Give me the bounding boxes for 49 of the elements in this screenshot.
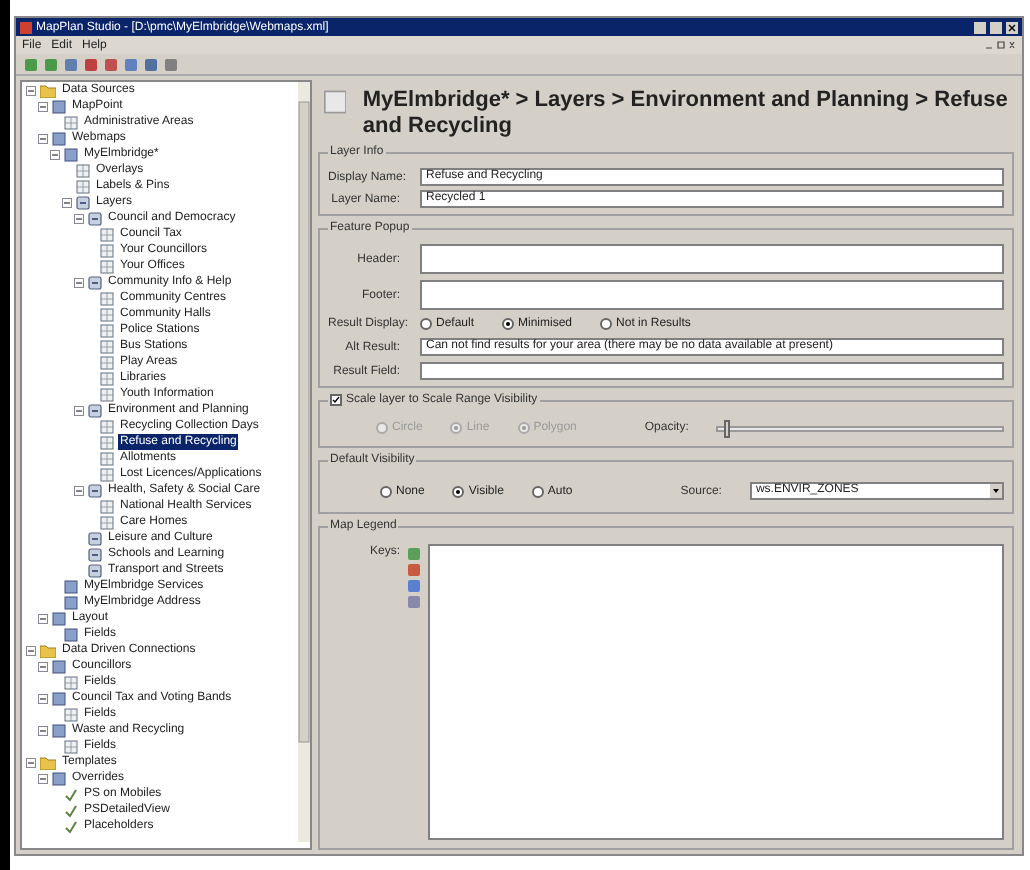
layers-icon (88, 403, 102, 417)
database-icon (52, 771, 66, 785)
radio-button[interactable] (502, 318, 515, 330)
radio-button[interactable] (531, 485, 544, 497)
app-icon (20, 21, 32, 33)
collapse-icon[interactable] (74, 277, 84, 287)
folder-icon (40, 643, 56, 657)
checkbox[interactable] (330, 394, 342, 406)
radio-button[interactable] (452, 485, 465, 497)
text-area[interactable] (420, 244, 1004, 274)
window-controls-icon[interactable] (974, 21, 1018, 33)
collapse-icon[interactable] (26, 645, 36, 655)
database-icon (52, 691, 66, 705)
collapse-icon[interactable] (38, 725, 48, 735)
collapse-icon[interactable] (26, 85, 36, 95)
folder-icon (40, 83, 56, 97)
collapse-icon[interactable] (74, 485, 84, 495)
database-icon (52, 659, 66, 673)
text-field[interactable] (420, 362, 1004, 380)
grid-icon (64, 707, 78, 721)
folder-icon (40, 755, 56, 769)
slider-thumb[interactable] (724, 419, 731, 437)
dropdown-arrow-icon (990, 484, 1002, 498)
database-icon (52, 99, 66, 113)
grid-icon (64, 739, 78, 753)
collapse-icon[interactable] (38, 133, 48, 143)
legend-list[interactable] (428, 544, 1004, 840)
collapse-icon[interactable] (38, 661, 48, 671)
grid-icon (64, 675, 78, 689)
collapse-icon[interactable] (38, 773, 48, 783)
collapse-icon[interactable] (38, 693, 48, 703)
radio-button[interactable] (380, 485, 392, 497)
collapse-icon[interactable] (74, 405, 84, 415)
grid-icon (64, 115, 78, 129)
collapse-icon[interactable] (62, 197, 72, 207)
collapse-icon[interactable] (38, 613, 48, 623)
collapse-icon[interactable] (50, 149, 60, 159)
database-icon (52, 723, 66, 737)
radio-button[interactable] (420, 318, 432, 330)
collapse-icon[interactable] (74, 213, 84, 223)
layers-icon (88, 483, 102, 497)
text-area[interactable] (420, 280, 1004, 310)
scrollbar[interactable] (298, 82, 310, 842)
layers-icon (88, 275, 102, 289)
collapse-icon[interactable] (26, 757, 36, 767)
radio-button[interactable] (600, 318, 613, 330)
page-title: MyElmbridge* > Layers > Environment and Planning > Refuse and Recycling (362, 88, 1010, 140)
collapse-icon[interactable] (38, 101, 48, 111)
layer-icon (324, 88, 347, 116)
